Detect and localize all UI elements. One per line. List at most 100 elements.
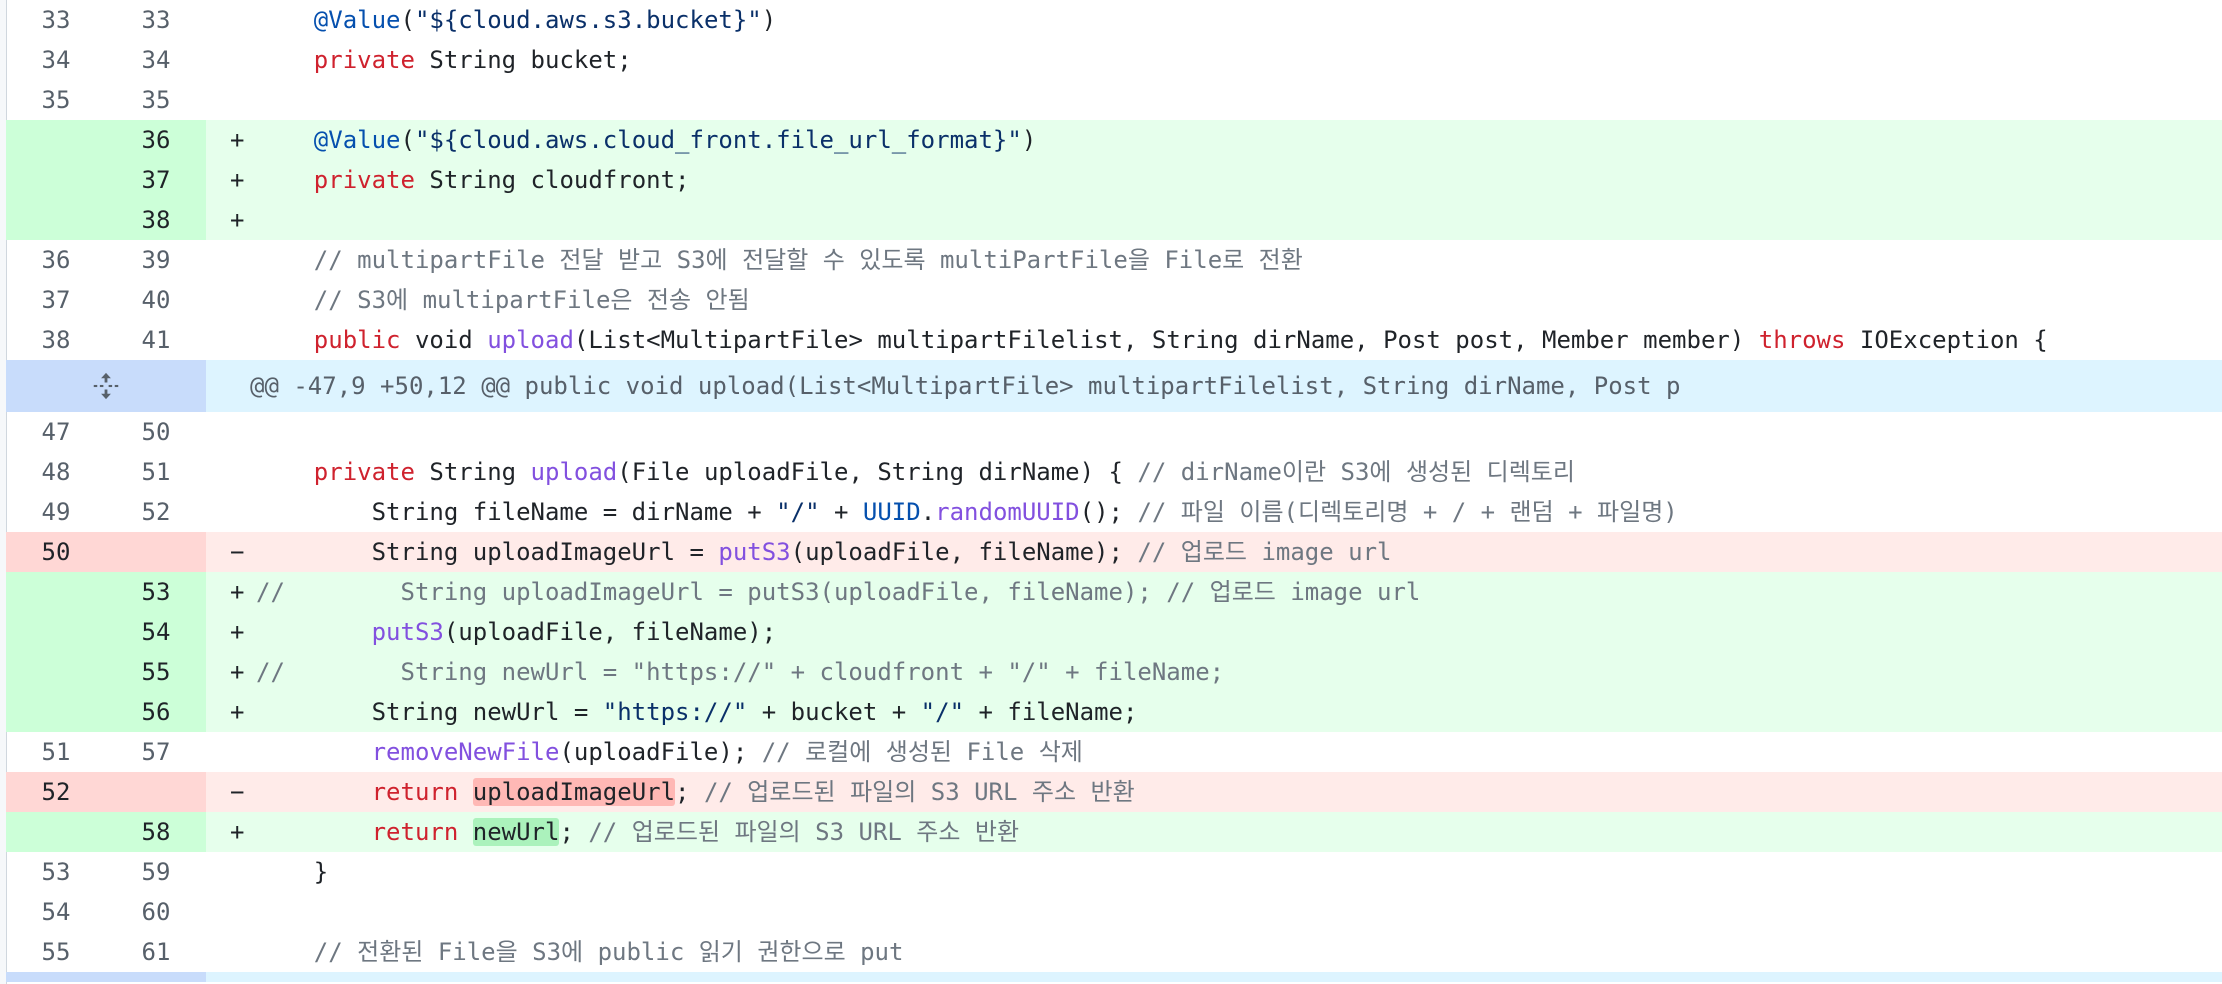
code-text: // multipartFile 전달 받고 S3에 전달할 수 있도록 mul… (256, 240, 1303, 280)
new-line-number[interactable]: 54 (106, 612, 206, 652)
old-line-number[interactable] (6, 652, 106, 692)
old-line-number[interactable] (6, 572, 106, 612)
old-line-number[interactable]: 38 (6, 320, 106, 360)
new-line-number[interactable]: 52 (106, 492, 206, 532)
code-cell: String fileName = dirName + "/" + UUID.r… (206, 492, 2222, 532)
code-token: String uploadImageUrl = (256, 538, 719, 566)
new-line-number[interactable]: 37 (106, 160, 206, 200)
new-line-number[interactable]: 55 (106, 652, 206, 692)
code-cell: + return newUrl; // 업로드된 파일의 S3 URL 주소 반… (206, 812, 2222, 852)
new-line-number[interactable]: 50 (106, 412, 206, 452)
code-token: return (371, 778, 459, 806)
new-line-number[interactable]: 40 (106, 280, 206, 320)
code-token: removeNewFile (371, 738, 560, 766)
old-line-number[interactable] (6, 160, 106, 200)
old-line-number[interactable]: 53 (6, 852, 106, 892)
new-line-number[interactable]: 36 (106, 120, 206, 160)
new-line-number[interactable] (106, 772, 206, 812)
new-line-number[interactable]: 59 (106, 852, 206, 892)
code-cell: removeNewFile(uploadFile); // 로컬에 생성된 Fi… (206, 732, 2222, 772)
old-line-number[interactable] (6, 120, 106, 160)
diff-line-del: 52 − return uploadImageUrl; // 업로드된 파일의 S… (6, 772, 2222, 812)
code-cell: // multipartFile 전달 받고 S3에 전달할 수 있도록 mul… (206, 240, 2222, 280)
code-token: "${cloud.aws.cloud_front.file_url_format… (414, 126, 1022, 154)
new-line-number[interactable]: 53 (106, 572, 206, 612)
old-line-number[interactable]: 52 (6, 772, 106, 812)
code-token: private (313, 166, 415, 194)
code-token: // 업로드 image url (1137, 538, 1392, 566)
old-line-number[interactable]: 34 (6, 40, 106, 80)
new-line-number[interactable]: 58 (106, 812, 206, 852)
code-token: return (371, 818, 459, 846)
code-text: private String bucket; (256, 40, 632, 80)
code-text: putS3(uploadFile, fileName); (256, 612, 777, 652)
code-token: IOException { (1845, 326, 2048, 354)
code-token: } (256, 858, 329, 886)
code-token: (); (1079, 498, 1138, 526)
new-line-number[interactable]: 60 (106, 892, 206, 932)
code-token: // 전환된 File을 S3에 public 읽기 권한으로 put (313, 938, 904, 966)
old-line-number[interactable] (6, 692, 106, 732)
diff-line-ctx: 47 50 (6, 412, 2222, 452)
old-line-number[interactable]: 55 (6, 932, 106, 972)
code-cell (206, 80, 2222, 120)
old-line-number[interactable]: 48 (6, 452, 106, 492)
code-token: String cloudfront; (414, 166, 690, 194)
old-line-number[interactable]: 51 (6, 732, 106, 772)
code-token: private (313, 458, 415, 486)
new-line-number[interactable]: 39 (106, 240, 206, 280)
old-line-number[interactable]: 49 (6, 492, 106, 532)
new-line-number[interactable]: 56 (106, 692, 206, 732)
new-line-number[interactable]: 35 (106, 80, 206, 120)
diff-line-ctx: 34 34 private String bucket; (6, 40, 2222, 80)
code-token: randomUUID (935, 498, 1080, 526)
old-line-number[interactable]: 50 (6, 532, 106, 572)
old-line-number[interactable]: 35 (6, 80, 106, 120)
code-cell: + String newUrl = "https://" + bucket + … (206, 692, 2222, 732)
code-token: String (414, 458, 531, 486)
expand-hunk-button[interactable] (6, 360, 206, 412)
old-line-number[interactable]: 54 (6, 892, 106, 932)
code-token: // dirName이란 S3에 생성된 디렉토리 (1137, 458, 1575, 486)
unfold-icon (93, 372, 119, 400)
old-line-number[interactable]: 33 (6, 0, 106, 40)
new-line-number[interactable]: 41 (106, 320, 206, 360)
old-line-number[interactable]: 36 (6, 240, 106, 280)
hunk-header-row: @@ -47,9 +50,12 @@ public void upload(Li… (6, 360, 2222, 412)
code-token: public (313, 326, 401, 354)
code-cell: − String uploadImageUrl = putS3(uploadFi… (206, 532, 2222, 572)
new-line-number[interactable]: 38 (106, 200, 206, 240)
diff-sign: + (230, 658, 245, 686)
old-line-number[interactable]: 37 (6, 280, 106, 320)
old-line-number[interactable] (6, 612, 106, 652)
old-line-number[interactable] (6, 812, 106, 852)
old-line-number[interactable]: 47 (6, 412, 106, 452)
next-hunk-gutter[interactable] (6, 972, 206, 982)
code-token: // 업로드된 파일의 S3 URL 주소 반환 (703, 778, 1135, 806)
new-line-number[interactable]: 51 (106, 452, 206, 492)
diff-line-ctx: 51 57 removeNewFile(uploadFile); // 로컬에 생… (6, 732, 2222, 772)
new-line-number[interactable]: 33 (106, 0, 206, 40)
diff-line-ctx: 37 40 // S3에 multipartFile은 전송 안됨 (6, 280, 2222, 320)
new-line-number[interactable]: 61 (106, 932, 206, 972)
code-token: "/" (776, 498, 820, 526)
diff-line-add: 53 + // String uploadImageUrl = putS3(uplo… (6, 572, 2222, 612)
code-token: . (920, 498, 936, 526)
new-line-number[interactable]: 34 (106, 40, 206, 80)
diff-sign: + (230, 206, 245, 234)
new-line-number[interactable] (106, 532, 206, 572)
diff-sign: + (230, 818, 245, 846)
diff-line-add: 56 + String newUrl = "https://" + bucket … (6, 692, 2222, 732)
code-text: return uploadImageUrl; // 업로드된 파일의 S3 UR… (256, 772, 1135, 812)
code-token: // 파일 이름(디렉토리명 + / + 랜덤 + 파일명) (1137, 498, 1678, 526)
code-token: ; (675, 778, 704, 806)
code-token: // S3에 multipartFile은 전송 안됨 (313, 286, 750, 314)
code-token: ( (400, 6, 415, 34)
old-line-number[interactable] (6, 200, 106, 240)
new-line-number[interactable]: 57 (106, 732, 206, 772)
diff-line-ctx: 36 39 // multipartFile 전달 받고 S3에 전달할 수 있도… (6, 240, 2222, 280)
